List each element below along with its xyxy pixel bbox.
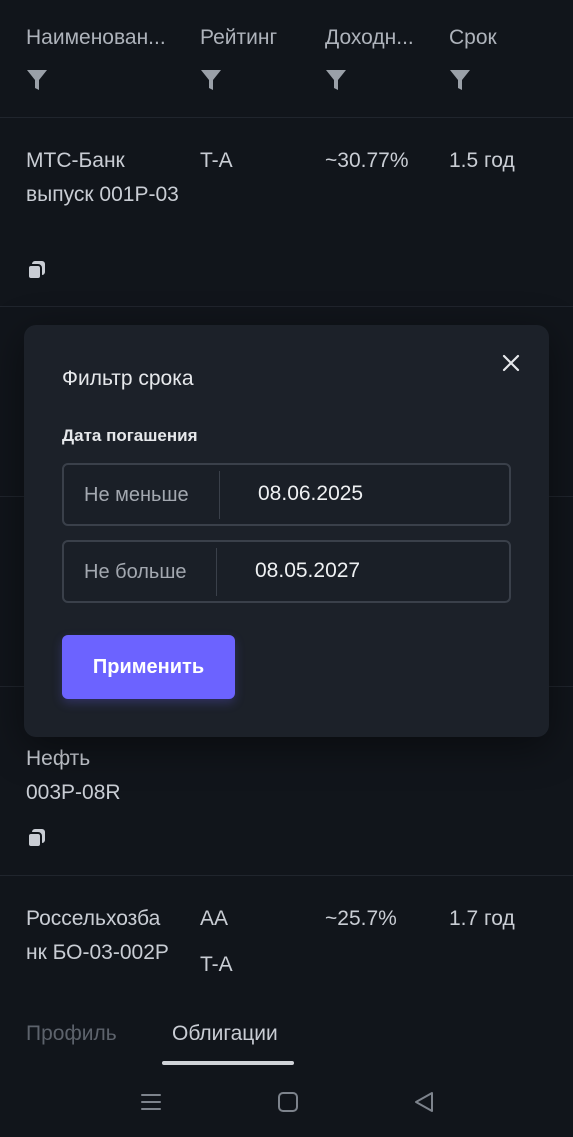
max-date-label: Не больше: [84, 561, 187, 583]
bond-rating: T-A: [200, 953, 233, 976]
table-row[interactable]: Россельхозба нк БО-03-002Р AA T-A ~25.7%…: [0, 876, 573, 1016]
bond-yield: ~25.7%: [325, 907, 397, 930]
field-divider: [219, 471, 220, 519]
header-yield[interactable]: Доходн...: [325, 26, 414, 50]
maturity-date-label: Дата погашения: [62, 426, 198, 445]
bond-rating: AA: [200, 907, 229, 930]
system-nav-bar: [0, 1072, 573, 1137]
bond-rating: T-A: [200, 149, 233, 172]
table-row[interactable]: МТС-Банк выпуск 001Р-03 T-A ~30.77% 1.5 …: [0, 118, 573, 307]
bottom-tabs: Профиль Облигации: [0, 1012, 573, 1072]
tab-profile[interactable]: Профиль: [26, 1022, 117, 1046]
bonds-screen: Наименован... Рейтинг Доходн... Срок МТС…: [0, 0, 573, 1137]
copy-icon[interactable]: [26, 259, 48, 281]
active-tab-indicator: [162, 1061, 294, 1065]
apply-button[interactable]: Применить: [62, 635, 235, 699]
copy-icon[interactable]: [26, 827, 48, 849]
bond-name: Россельхозба нк БО-03-002Р: [26, 907, 169, 964]
filter-icon[interactable]: [449, 68, 471, 92]
table-header: Наименован... Рейтинг Доходн... Срок: [0, 0, 573, 118]
dialog-title: Фильтр срока: [62, 367, 194, 390]
header-name[interactable]: Наименован...: [26, 26, 166, 50]
bond-name: МТС-Банк выпуск 001Р-03: [26, 149, 179, 206]
min-date-label: Не меньше: [84, 484, 189, 506]
tab-bonds[interactable]: Облигации: [172, 1022, 278, 1046]
bond-term: 1.5 год: [449, 149, 515, 172]
bond-yield: ~30.77%: [325, 149, 409, 172]
min-date-value[interactable]: 08.06.2025: [258, 482, 363, 506]
header-rating[interactable]: Рейтинг: [200, 26, 277, 50]
back-icon[interactable]: [412, 1090, 436, 1114]
max-date-field[interactable]: Не больше 08.05.2027: [62, 540, 511, 603]
menu-icon[interactable]: [139, 1090, 163, 1114]
home-icon[interactable]: [276, 1090, 300, 1114]
min-date-field[interactable]: Не меньше 08.06.2025: [62, 463, 511, 526]
filter-icon[interactable]: [26, 68, 48, 92]
term-filter-dialog: Фильтр срока Дата погашения Не меньше 08…: [24, 325, 549, 737]
max-date-value[interactable]: 08.05.2027: [255, 559, 360, 583]
bond-name: Нефть 003Р-08R: [26, 747, 121, 804]
filter-icon[interactable]: [200, 68, 222, 92]
bond-term: 1.7 год: [449, 907, 515, 930]
header-term[interactable]: Срок: [449, 26, 497, 50]
close-icon[interactable]: [498, 350, 524, 376]
filter-icon[interactable]: [325, 68, 347, 92]
field-divider: [216, 548, 217, 596]
